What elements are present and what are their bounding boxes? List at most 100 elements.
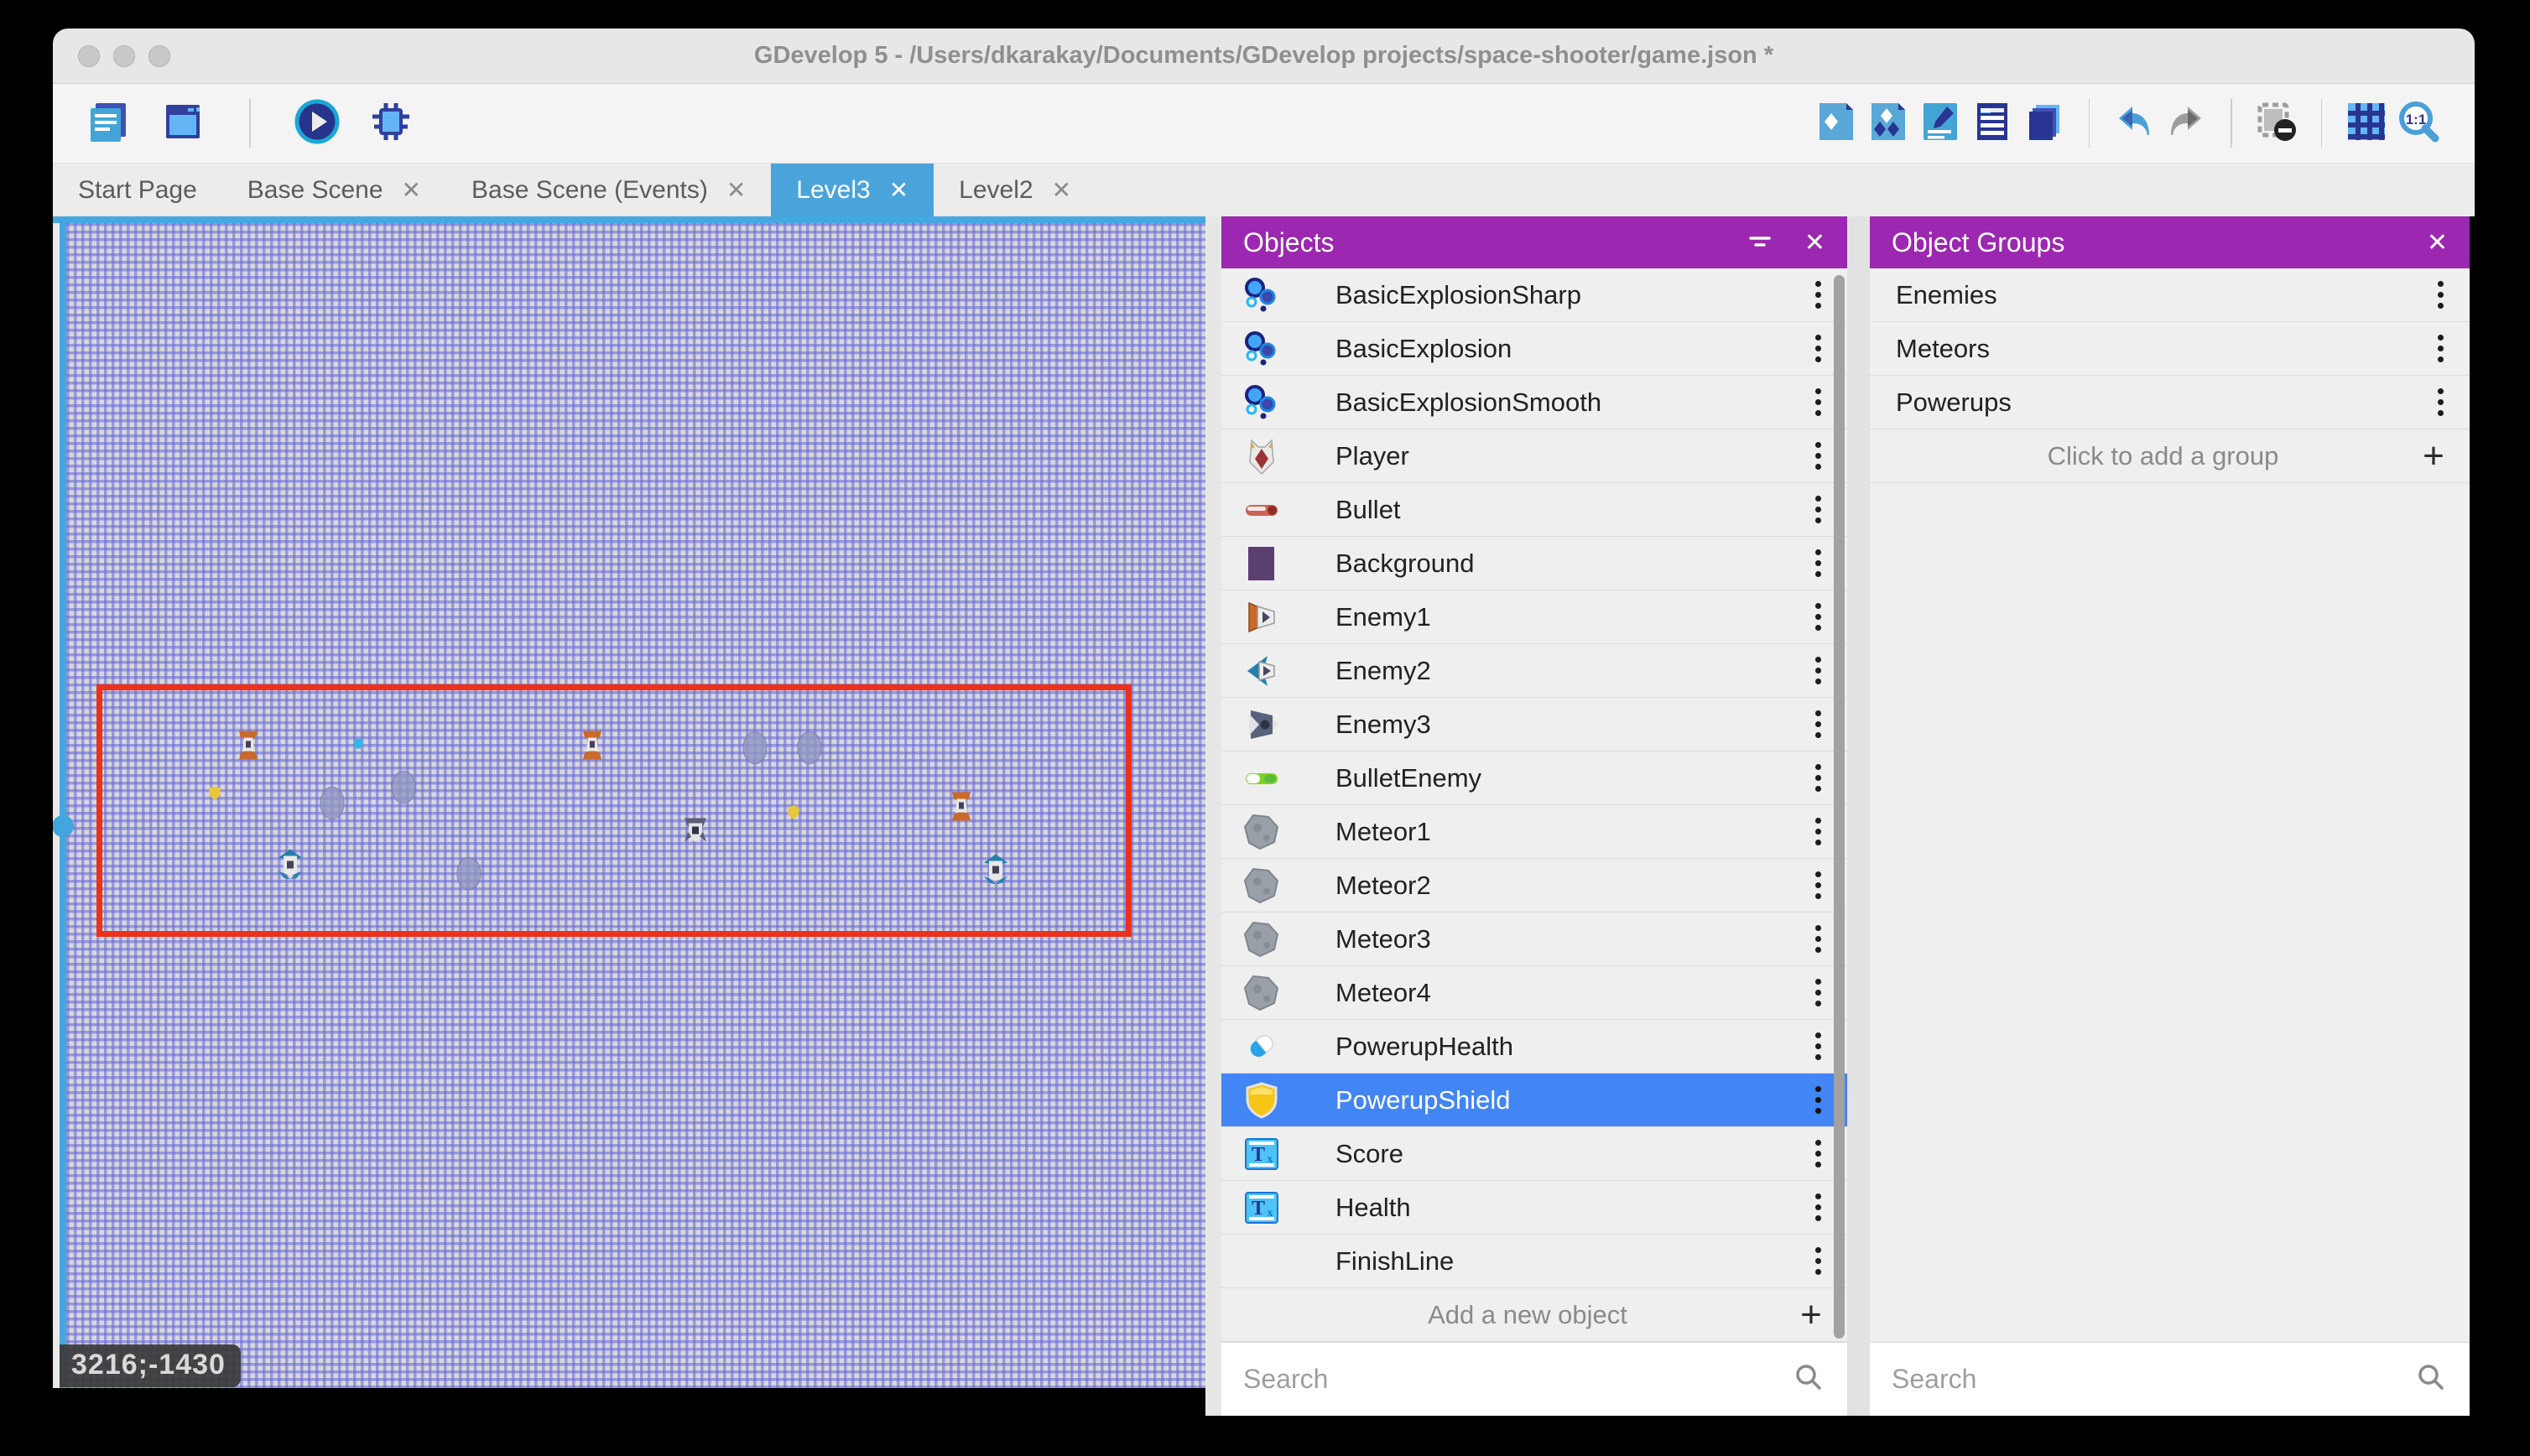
window-title: GDevelop 5 - /Users/dkarakay/Documents/G… [754,42,1773,70]
scene-window-button[interactable] [157,97,209,149]
add-group-button[interactable]: Click to add a group + [1870,429,2470,483]
kebab-menu-icon[interactable] [2411,388,2470,416]
selection-rectangle[interactable] [96,684,1132,937]
open-layers-panel-icon [2021,98,2068,149]
objects-panel-header: Objects ✕ [1221,216,1847,268]
object-row-background[interactable]: Background [1221,537,1847,590]
filter-icon[interactable] [1746,228,1774,257]
search-icon [2414,1360,2448,1398]
object-row-enemy1[interactable]: Enemy1 [1221,590,1847,644]
object-row-health[interactable]: TxHealth [1221,1181,1847,1235]
close-icon[interactable]: ✕ [1804,228,1825,257]
object-groups-panel-title: Object Groups [1892,227,2064,258]
object-row-score[interactable]: Tx Score [1221,1127,1847,1181]
cursor-coordinates-badge: 3216;-1430 [60,1344,241,1387]
open-properties-panel-button[interactable] [1914,97,1966,149]
open-layers-panel-button[interactable] [2018,97,2070,149]
minimize-window-button[interactable] [113,45,135,67]
scene-window-icon [159,98,206,149]
object-row-meteor2[interactable]: Meteor2 [1221,859,1847,913]
screen: GDevelop 5 - /Users/dkarakay/Documents/G… [0,0,2530,1456]
object-row-meteor1[interactable]: Meteor1 [1221,805,1847,859]
groups-panel-filler [1870,483,2470,1342]
toolbar-right-group: 1:1 [1810,97,2445,149]
meteor-object-icon [1242,866,1281,905]
undo-button[interactable] [2108,97,2160,149]
open-instances-list-panel-button[interactable] [1966,97,2018,149]
tab-base-scene-events-[interactable]: Base Scene (Events)✕ [446,164,771,216]
object-name: Score [1335,1139,1788,1169]
zoom-window-button[interactable] [148,45,170,67]
redo-button[interactable] [2160,97,2212,149]
toggle-grid-button[interactable] [2340,97,2392,149]
open-objects-panel-button[interactable] [1810,97,1862,149]
project-manager-button[interactable] [83,97,135,149]
objects-scrollbar[interactable] [1834,275,1845,1339]
object-row-player[interactable]: Player [1221,429,1847,483]
object-row-basicexplosionsmooth[interactable]: BasicExplosionSmooth [1221,376,1847,429]
group-name: Meteors [1896,334,2411,364]
pill-object-icon [1242,1027,1281,1066]
object-name: BasicExplosionSharp [1335,280,1788,310]
zoom-1-1-button[interactable]: 1:1 [2392,97,2444,149]
object-name: Enemy1 [1335,602,1788,632]
tab-level3[interactable]: Level3✕ [771,164,934,216]
svg-text:1:1: 1:1 [2406,112,2427,127]
play-button[interactable] [291,97,343,149]
groups-search-input[interactable] [1892,1364,2414,1395]
redo-icon [2163,98,2210,149]
close-icon[interactable]: ✕ [2427,228,2448,257]
tab-label: Start Page [78,176,197,205]
group-row-meteors[interactable]: Meteors [1870,322,2470,376]
panels-divider[interactable] [1847,216,1870,1416]
kebab-menu-icon[interactable] [2411,335,2470,362]
tab-close-icon[interactable]: ✕ [1052,176,1071,204]
toggle-grid-icon [2343,98,2390,149]
object-row-enemy3[interactable]: Enemy3 [1221,698,1847,751]
enemy-blue-object-icon [1242,652,1281,690]
tab-level2[interactable]: Level2✕ [934,164,1096,216]
group-row-powerups[interactable]: Powerups [1870,376,2470,429]
kebab-menu-icon[interactable] [2411,281,2470,309]
tab-base-scene[interactable]: Base Scene ✕ [222,164,446,216]
toggle-mask-button[interactable] [2251,97,2303,149]
traffic-lights [78,29,170,83]
object-row-bulletenemy[interactable]: BulletEnemy [1221,751,1847,805]
explosion-object-icon [1242,383,1281,422]
object-row-meteor3[interactable]: Meteor3 [1221,913,1847,966]
tab-label: Base Scene [247,176,383,205]
object-row-powerupshield[interactable]: PowerupShield [1221,1074,1847,1127]
enemy-gray-object-icon [1242,705,1281,744]
debug-icon [367,98,414,149]
scene-canvas[interactable]: 3216;-1430 [53,216,1205,1388]
object-row-finishline[interactable]: FinishLine [1221,1235,1847,1288]
tab-close-icon[interactable]: ✕ [726,176,746,204]
object-row-bullet[interactable]: Bullet [1221,483,1847,537]
object-row-basicexplosionsharp[interactable]: BasicExplosionSharp [1221,268,1847,322]
tab-close-icon[interactable]: ✕ [889,176,908,204]
object-row-enemy2[interactable]: Enemy2 [1221,644,1847,698]
explosion-object-icon [1242,276,1281,315]
object-row-poweruphealth[interactable]: PowerupHealth [1221,1020,1847,1074]
background-object-icon [1242,544,1281,583]
group-row-enemies[interactable]: Enemies [1870,268,2470,322]
canvas-panel-divider[interactable] [1205,216,1221,1416]
explosion-object-icon [1242,330,1281,368]
object-row-meteor4[interactable]: Meteor4 [1221,966,1847,1020]
add-object-button[interactable]: Add a new object + [1221,1288,1847,1342]
scene-edge-handle[interactable] [53,815,74,837]
object-groups-list: Enemies Meteors Powerups [1870,268,2470,429]
main-toolbar: 1:1 [53,84,2475,164]
tab-start-page[interactable]: Start Page [53,164,222,216]
objects-search-input[interactable] [1243,1364,1792,1395]
object-row-basicexplosion[interactable]: BasicExplosion [1221,322,1847,376]
tab-close-icon[interactable]: ✕ [402,176,421,204]
group-name: Enemies [1896,280,2411,310]
open-object-groups-panel-button[interactable] [1862,97,1914,149]
close-window-button[interactable] [78,45,100,67]
text-object-icon: Tx [1242,1135,1281,1173]
toggle-mask-icon [2253,98,2300,149]
debug-button[interactable] [365,97,417,149]
svg-text:T: T [1252,1144,1265,1166]
meteor-object-icon [1242,974,1281,1012]
